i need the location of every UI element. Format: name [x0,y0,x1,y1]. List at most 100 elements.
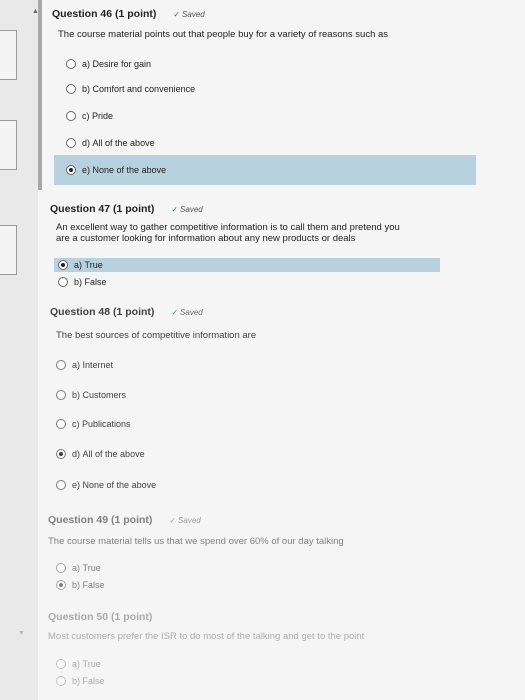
radio-button-selected[interactable] [56,580,66,590]
option-b[interactable]: b) False [56,576,105,594]
question-48: Question 48 (1 point) ✓ Saved The best so… [38,300,525,500]
option-prefix: a) [74,260,83,270]
option-b[interactable]: b) Comfort and convenience [66,80,195,98]
option-label: True [82,563,101,573]
check-icon: ✓ [171,308,179,317]
option-d[interactable]: d) All of the above [66,134,155,152]
radio-button[interactable] [58,277,68,287]
option-a[interactable]: a) True [56,559,101,577]
rail-tab[interactable] [0,225,17,275]
option-e[interactable]: e) None of the above [56,476,156,494]
option-label: True [82,659,101,669]
radio-button[interactable] [56,419,66,429]
option-prefix: b) [72,676,81,686]
question-46: ▲ Question 46 (1 point) ✓ Saved The cours… [32,0,525,190]
option-d[interactable]: d) All of the above [56,445,145,463]
expand-arrow-icon[interactable]: ▼ [18,630,25,637]
option-c[interactable]: c) Pride [66,107,113,125]
option-prefix: b) [72,580,81,590]
question-title: Question 49 (1 point) [48,514,153,526]
option-label: None of the above [82,480,157,490]
option-a[interactable]: a) Desire for gain [66,55,151,73]
option-label: True [84,260,103,270]
question-stripe [38,0,42,190]
option-label: Publications [82,419,131,429]
question-text-line: are a customer looking for information a… [56,233,356,244]
option-a[interactable]: a) True [58,256,103,274]
option-prefix: c) [72,419,80,429]
option-label: None of the above [92,165,167,175]
radio-button-selected[interactable] [58,260,68,270]
radio-button[interactable] [56,659,66,669]
question-header: Question 47 (1 point) ✓ Saved [50,203,203,215]
option-prefix: d) [82,138,91,148]
question-text-line: An excellent way to gather competitive i… [56,222,400,233]
option-prefix: a) [72,659,81,669]
option-prefix: d) [72,449,81,459]
question-title: Question 47 (1 point) [50,203,155,215]
radio-button[interactable] [66,138,76,148]
option-prefix: b) [74,277,83,287]
option-prefix: b) [82,84,91,94]
question-text: The course material points out that peop… [58,29,389,40]
option-prefix: b) [72,390,81,400]
option-label: Customers [82,390,127,400]
option-label: Comfort and convenience [92,84,196,94]
option-b[interactable]: b) False [58,273,107,291]
option-a[interactable]: a) True [56,655,101,673]
check-icon: ✓ [169,516,177,525]
question-47: Question 47 (1 point) ✓ Saved An excellen… [38,197,525,297]
question-50: ▼ Question 50 (1 point) Most customers p… [18,605,525,700]
option-b[interactable]: b) Customers [56,386,126,404]
question-49: Question 49 (1 point) ✓ Saved The course … [38,508,525,598]
radio-button[interactable] [66,59,76,69]
question-header: Question 50 (1 point) [48,611,152,623]
question-header: Question 48 (1 point) ✓ Saved [50,306,203,318]
question-text: Most customers prefer the ISR to do most… [48,631,365,642]
option-label: All of the above [92,138,155,148]
option-label: All of the above [82,449,145,459]
radio-button[interactable] [56,360,66,370]
question-title: Question 48 (1 point) [50,306,155,318]
saved-indicator: ✓ Saved [171,205,202,214]
option-label: False [82,676,105,686]
saved-label: Saved [180,308,203,317]
left-rail [0,0,38,700]
question-title: Question 46 (1 point) [52,8,157,20]
radio-button[interactable] [56,676,66,686]
question-text: The best sources of competitive informat… [56,330,257,341]
saved-indicator: ✓ Saved [171,308,202,317]
option-a[interactable]: a) Internet [56,356,113,374]
saved-indicator: ✓ Saved [173,10,204,19]
option-prefix: c) [82,111,90,121]
saved-label: Saved [182,10,205,19]
option-label: Desire for gain [92,59,152,69]
radio-button[interactable] [56,480,66,490]
option-e[interactable]: e) None of the above [66,161,166,179]
radio-button[interactable] [66,111,76,121]
rail-tab[interactable] [0,120,17,170]
collapse-arrow-icon[interactable]: ▲ [32,8,39,15]
rail-tab[interactable] [0,30,17,80]
option-c[interactable]: c) Publications [56,415,131,433]
option-prefix: a) [72,563,81,573]
radio-button[interactable] [66,84,76,94]
option-label: False [84,277,107,287]
question-text: An excellent way to gather competitive i… [56,222,400,244]
question-header: Question 46 (1 point) ✓ Saved [52,8,205,20]
check-icon: ✓ [171,205,179,214]
option-b[interactable]: b) False [56,672,105,690]
option-label: False [82,580,105,590]
option-label: Pride [92,111,114,121]
radio-button-selected[interactable] [56,449,66,459]
question-text: The course material tells us that we spe… [48,536,344,547]
radio-button[interactable] [56,390,66,400]
radio-button[interactable] [56,563,66,573]
question-header: Question 49 (1 point) ✓ Saved [48,514,201,526]
option-prefix: a) [82,59,91,69]
question-title: Question 50 (1 point) [48,611,153,623]
radio-button-selected[interactable] [66,165,76,175]
saved-indicator: ✓ Saved [169,516,200,525]
check-icon: ✓ [173,10,181,19]
selected-option-highlight [54,258,440,272]
